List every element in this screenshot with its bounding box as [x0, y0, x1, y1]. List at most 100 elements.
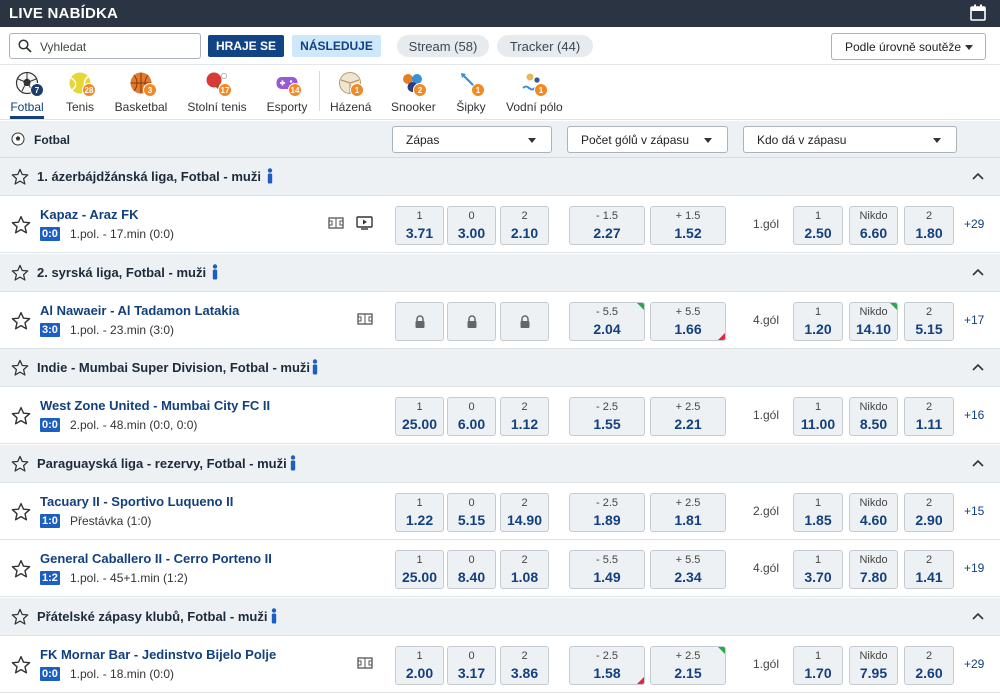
sport-tab-snooker[interactable]: 2 Snooker	[391, 69, 436, 117]
search-box[interactable]	[9, 33, 201, 59]
favorite-star-icon[interactable]	[11, 359, 29, 377]
match-row[interactable]: General Caballero II - Cerro Porteno II 1…	[0, 540, 1000, 597]
odd-button-match[interactable]: 1 1.22	[395, 493, 444, 532]
odd-button-scorer[interactable]: Nikdo 7.95	[849, 646, 898, 685]
odd-button-match[interactable]: 1 25.00	[395, 550, 444, 589]
match-name-link[interactable]: West Zone United - Mumbai City FC II	[40, 398, 270, 413]
favorite-star-icon[interactable]	[11, 168, 29, 186]
match-name-link[interactable]: Al Nawaeir - Al Tadamon Latakia	[40, 303, 239, 318]
more-markets-link[interactable]: +29	[964, 657, 984, 671]
match-name-link[interactable]: FK Mornar Bar - Jedinstvo Bijelo Polje	[40, 647, 276, 662]
sport-tab-esporty[interactable]: 14 Esporty	[266, 69, 308, 117]
odd-button-scorer[interactable]: 2 1.41	[904, 550, 954, 589]
odd-button-scorer[interactable]: 2 5.15	[904, 302, 954, 341]
tracker-filter-button[interactable]: Tracker (44)	[497, 35, 593, 57]
chevron-up-icon[interactable]	[972, 363, 984, 371]
odd-button-goals[interactable]: + 5.5 2.34	[650, 550, 726, 589]
favorite-star-icon[interactable]	[11, 655, 31, 675]
odd-button-goals[interactable]: + 2.5 2.21	[650, 397, 726, 436]
odd-button-match[interactable]: 2 1.12	[500, 397, 549, 436]
odd-button-scorer[interactable]: 2 1.80	[904, 206, 954, 245]
search-input[interactable]	[40, 38, 190, 55]
sort-select[interactable]: Podle úrovně soutěže	[831, 33, 986, 60]
odd-button-scorer[interactable]: 1 3.70	[793, 550, 843, 589]
match-row[interactable]: FK Mornar Bar - Jedinstvo Bijelo Polje 0:…	[0, 636, 1000, 693]
match-name-link[interactable]: General Caballero II - Cerro Porteno II	[40, 551, 272, 566]
sport-tab-hazena[interactable]: 1 Házená	[330, 69, 371, 117]
favorite-star-icon[interactable]	[11, 215, 31, 235]
odd-button-goals[interactable]: - 2.5 1.58	[569, 646, 645, 685]
odd-button-match[interactable]: 2 1.08	[500, 550, 549, 589]
match-row[interactable]: West Zone United - Mumbai City FC II 0:0 2…	[0, 387, 1000, 444]
odd-button-goals[interactable]: + 1.5 1.52	[650, 206, 726, 245]
odd-button-match[interactable]: 0 3.00	[447, 206, 496, 245]
odd-button-scorer[interactable]: 1 11.00	[793, 397, 843, 436]
odd-button-goals[interactable]: - 5.5 1.49	[569, 550, 645, 589]
odd-button-scorer[interactable]: 1 1.20	[793, 302, 843, 341]
odd-button-goals[interactable]: - 2.5 1.55	[569, 397, 645, 436]
upcoming-button[interactable]: NÁSLEDUJE	[292, 35, 381, 57]
market-select-match[interactable]: Zápas	[392, 126, 552, 153]
more-markets-link[interactable]: +17	[964, 313, 984, 327]
favorite-star-icon[interactable]	[11, 608, 29, 626]
chevron-up-icon[interactable]	[972, 172, 984, 180]
match-row[interactable]: Tacuary II - Sportivo Luqueno II 1:0 Přest…	[0, 483, 1000, 540]
person-info-icon[interactable]	[211, 264, 219, 280]
market-select-scorer[interactable]: Kdo dá v zápasu	[743, 126, 957, 153]
odd-button-scorer[interactable]: 1 1.85	[793, 493, 843, 532]
stream-filter-button[interactable]: Stream (58)	[397, 35, 489, 57]
sport-tab-sipky[interactable]: 1 Šipky	[456, 69, 486, 117]
league-header[interactable]: Přátelské zápasy klubů, Fotbal - muži	[0, 598, 1000, 636]
odd-button-scorer[interactable]: 2 1.11	[904, 397, 954, 436]
more-markets-link[interactable]: +16	[964, 408, 984, 422]
odd-button-goals[interactable]: - 5.5 2.04	[569, 302, 645, 341]
favorite-star-icon[interactable]	[11, 502, 31, 522]
sport-tab-stolni-tenis[interactable]: 17 Stolní tenis	[186, 69, 248, 117]
more-markets-link[interactable]: +19	[964, 561, 984, 575]
league-header[interactable]: Paraguayská liga - rezervy, Fotbal - muž…	[0, 445, 1000, 483]
odd-button-scorer[interactable]: 2 2.60	[904, 646, 954, 685]
sport-tab-basketbal[interactable]: 3 Basketbal	[114, 69, 168, 117]
odd-button-match[interactable]: 2 2.10	[500, 206, 549, 245]
live-now-button[interactable]: HRAJE SE	[208, 35, 284, 57]
match-name-link[interactable]: Kapaz - Araz FK	[40, 207, 138, 222]
odd-button-match[interactable]: 0 6.00	[447, 397, 496, 436]
odd-button-scorer[interactable]: Nikdo 14.10	[849, 302, 898, 341]
field-stats-icon[interactable]	[328, 216, 344, 230]
chevron-up-icon[interactable]	[972, 459, 984, 467]
odd-button-goals[interactable]: + 2.5 2.15	[650, 646, 726, 685]
odd-button-match[interactable]: 2 14.90	[500, 493, 549, 532]
person-info-icon[interactable]	[266, 168, 274, 184]
odd-button-match[interactable]: 1 2.00	[395, 646, 444, 685]
odd-button-scorer[interactable]: Nikdo 6.60	[849, 206, 898, 245]
market-select-goals[interactable]: Počet gólů v zápasu	[567, 126, 728, 153]
odd-button-scorer[interactable]: Nikdo 7.80	[849, 550, 898, 589]
more-markets-link[interactable]: +29	[964, 217, 984, 231]
person-info-icon[interactable]	[311, 359, 319, 375]
field-stats-icon[interactable]	[357, 656, 373, 670]
odd-button-match[interactable]: 1 25.00	[395, 397, 444, 436]
league-header[interactable]: 1. ázerbájdžánská liga, Fotbal - muži	[0, 158, 1000, 196]
person-info-icon[interactable]	[270, 608, 278, 624]
odd-button-scorer[interactable]: 2 2.90	[904, 493, 954, 532]
odd-button-match[interactable]: 0 5.15	[447, 493, 496, 532]
field-stats-icon[interactable]	[357, 312, 373, 326]
odd-button-goals[interactable]: - 1.5 2.27	[569, 206, 645, 245]
calendar-icon[interactable]	[970, 4, 986, 21]
sport-tab-fotbal[interactable]: 7 Fotbal	[10, 69, 44, 119]
sport-tab-tenis[interactable]: 28 Tenis	[64, 69, 96, 117]
chevron-up-icon[interactable]	[972, 268, 984, 276]
match-row[interactable]: Kapaz - Araz FK 0:0 1.pol. - 17.min (0:0) 1…	[0, 196, 1000, 253]
odd-button-scorer[interactable]: Nikdo 4.60	[849, 493, 898, 532]
favorite-star-icon[interactable]	[11, 406, 31, 426]
favorite-star-icon[interactable]	[11, 311, 31, 331]
odd-button-match[interactable]: 2 3.86	[500, 646, 549, 685]
more-markets-link[interactable]: +15	[964, 504, 984, 518]
odd-button-match[interactable]: 0 8.40	[447, 550, 496, 589]
favorite-star-icon[interactable]	[11, 559, 31, 579]
match-name-link[interactable]: Tacuary II - Sportivo Luqueno II	[40, 494, 233, 509]
person-info-icon[interactable]	[289, 455, 297, 471]
odd-button-scorer[interactable]: 1 1.70	[793, 646, 843, 685]
league-header[interactable]: Indie - Mumbai Super Division, Fotbal - …	[0, 349, 1000, 387]
odd-button-match[interactable]: 1 3.71	[395, 206, 444, 245]
